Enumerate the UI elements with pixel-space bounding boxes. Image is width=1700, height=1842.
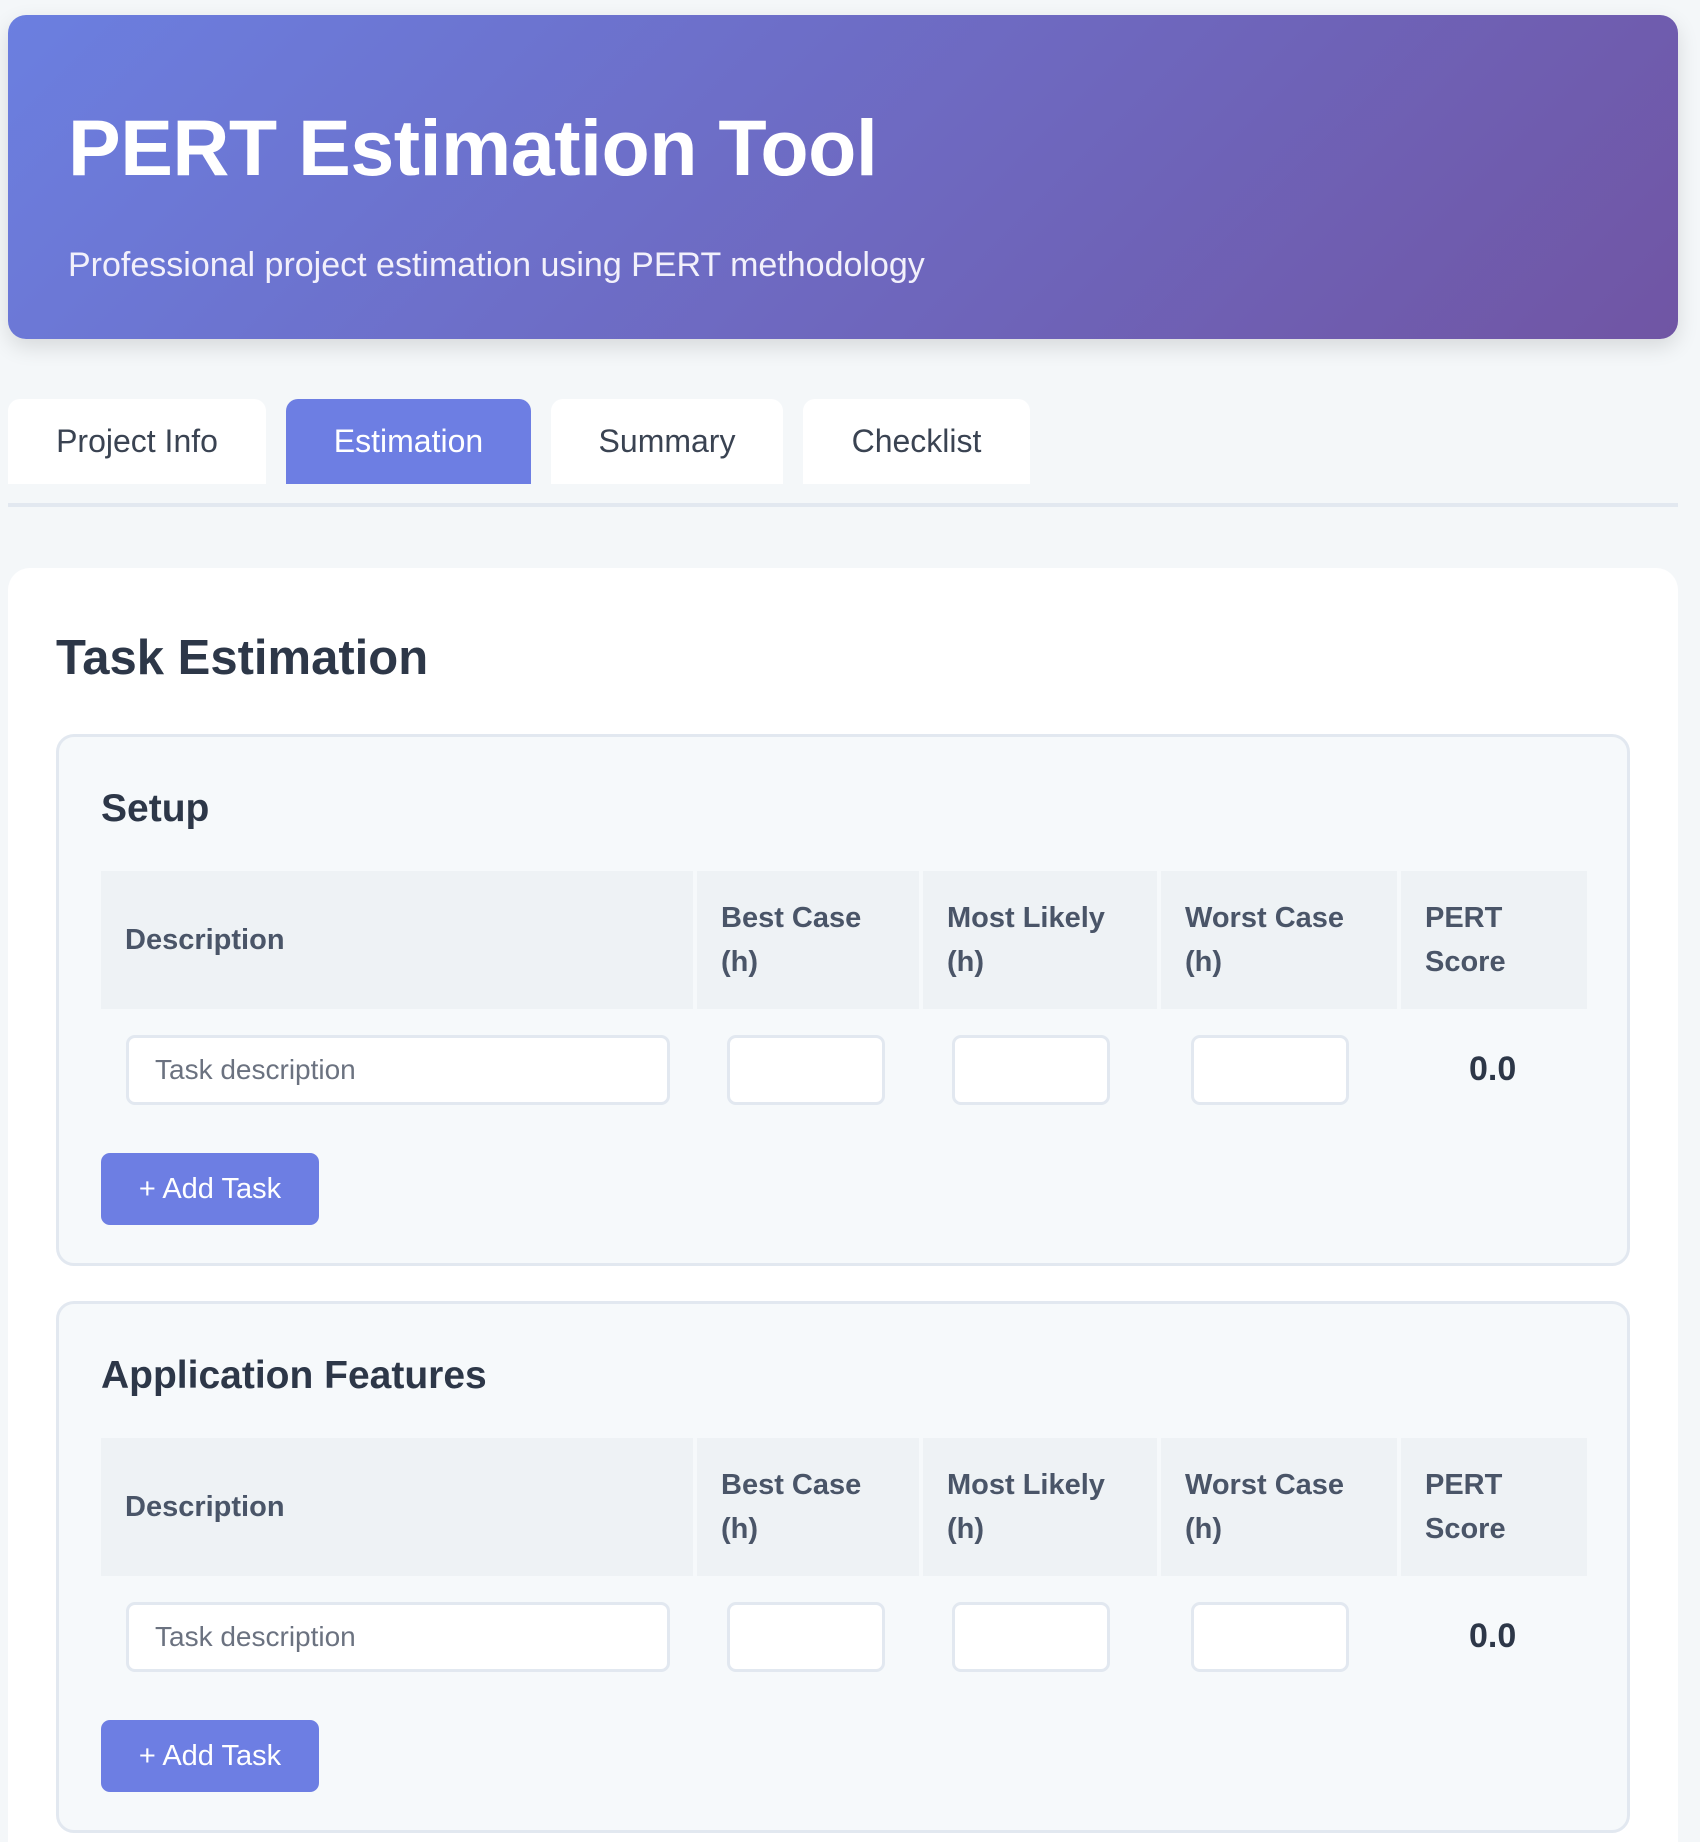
- column-header-pert-score: PERT Score: [1401, 871, 1587, 1009]
- app-header: PERT Estimation Tool Professional projec…: [8, 15, 1678, 339]
- most-likely-input[interactable]: [952, 1602, 1110, 1672]
- add-task-button[interactable]: + Add Task: [101, 1153, 319, 1225]
- page: PERT Estimation Tool Professional projec…: [0, 0, 1700, 1842]
- task-description-input[interactable]: [126, 1035, 670, 1105]
- column-header-best-case: Best Case (h): [697, 871, 919, 1009]
- column-header-description: Description: [101, 1438, 693, 1576]
- table-header: Description Best Case (h) Most Likely (h) …: [101, 1438, 1587, 1576]
- column-header-most-likely: Most Likely (h): [923, 1438, 1157, 1576]
- pert-score-value: 0.0: [1469, 1617, 1517, 1655]
- tab-project-info[interactable]: Project Info: [8, 399, 266, 484]
- page-subtitle: Professional project estimation using PE…: [68, 246, 925, 284]
- estimation-panel: Task Estimation Setup Description Best C…: [8, 568, 1678, 1842]
- tab-divider: [8, 503, 1678, 507]
- section-title: Setup: [101, 787, 210, 830]
- task-description-input[interactable]: [126, 1602, 670, 1672]
- panel-title: Task Estimation: [56, 631, 429, 685]
- column-header-worst-case: Worst Case (h): [1161, 871, 1397, 1009]
- column-header-description: Description: [101, 871, 693, 1009]
- column-header-best-case: Best Case (h): [697, 1438, 919, 1576]
- column-header-most-likely: Most Likely (h): [923, 871, 1157, 1009]
- section-setup: Setup Description Best Case (h) Most Like…: [56, 734, 1630, 1266]
- most-likely-input[interactable]: [952, 1035, 1110, 1105]
- section-title: Application Features: [101, 1354, 487, 1397]
- worst-case-input[interactable]: [1191, 1602, 1349, 1672]
- table-header: Description Best Case (h) Most Likely (h) …: [101, 871, 1587, 1009]
- pert-score-value: 0.0: [1469, 1050, 1517, 1088]
- best-case-input[interactable]: [727, 1602, 885, 1672]
- page-title: PERT Estimation Tool: [68, 103, 878, 192]
- worst-case-input[interactable]: [1191, 1035, 1349, 1105]
- column-header-pert-score: PERT Score: [1401, 1438, 1587, 1576]
- best-case-input[interactable]: [727, 1035, 885, 1105]
- tab-summary[interactable]: Summary: [551, 399, 783, 484]
- section-application-features: Application Features Description Best Ca…: [56, 1301, 1630, 1833]
- add-task-button[interactable]: + Add Task: [101, 1720, 319, 1792]
- tab-estimation[interactable]: Estimation: [286, 399, 531, 484]
- column-header-worst-case: Worst Case (h): [1161, 1438, 1397, 1576]
- tab-bar: Project Info Estimation Summary Checklis…: [8, 399, 1678, 484]
- tab-checklist[interactable]: Checklist: [803, 399, 1030, 484]
